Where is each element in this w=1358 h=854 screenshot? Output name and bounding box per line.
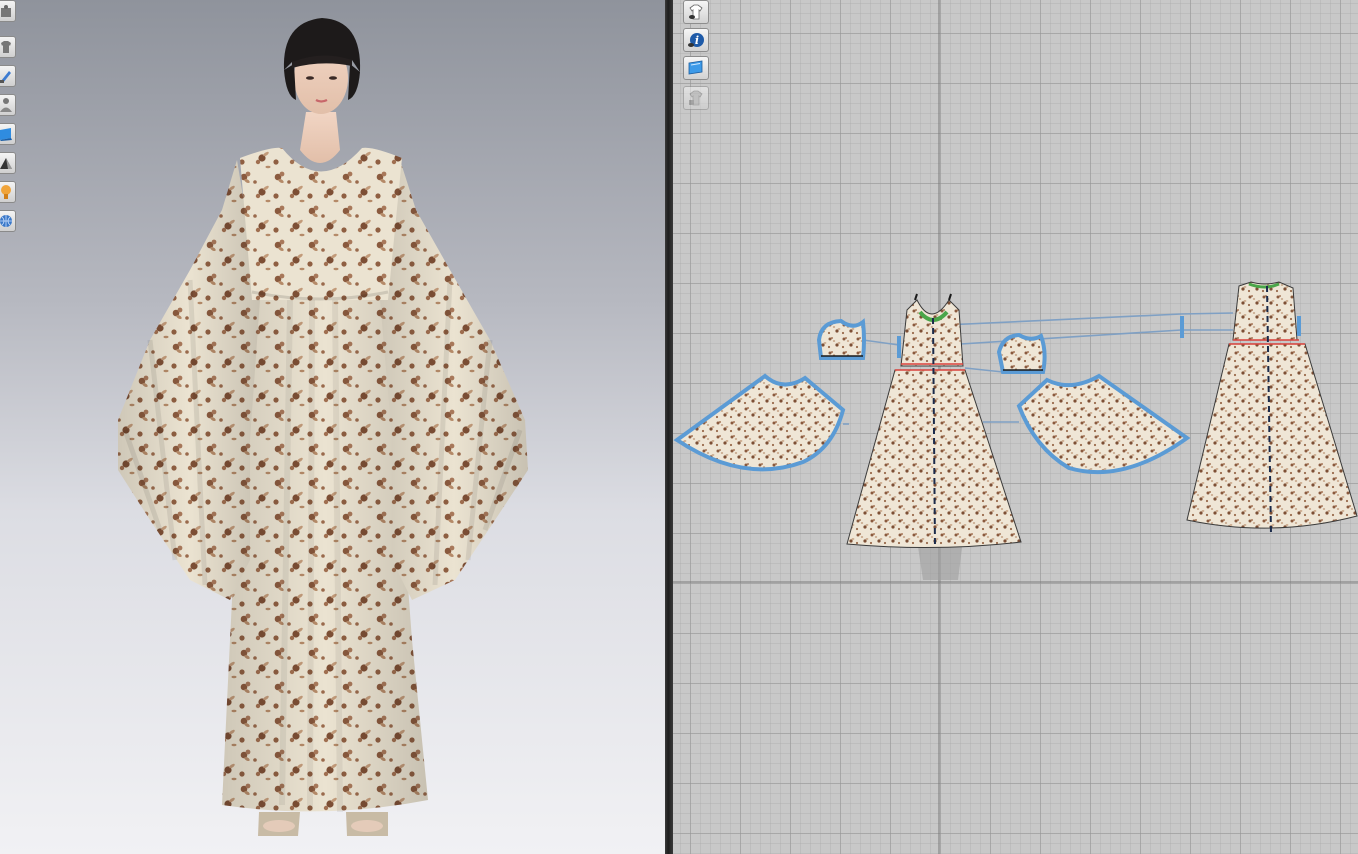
front-skirt-piece bbox=[846, 317, 1022, 549]
back-bodice-piece bbox=[1180, 281, 1301, 341]
left-sleeve-cap-piece bbox=[816, 318, 866, 360]
pattern-canvas[interactable] bbox=[673, 0, 1358, 854]
right-sleeve-flare-piece bbox=[1016, 373, 1191, 475]
avatar-shoes bbox=[258, 812, 388, 836]
right-sleeve-cap-piece bbox=[996, 332, 1047, 374]
left-sleeve-flare-piece bbox=[673, 373, 846, 472]
2d-pattern-viewport[interactable]: i bbox=[673, 0, 1358, 854]
3d-viewport[interactable] bbox=[0, 0, 665, 854]
viewport-splitter[interactable] bbox=[665, 0, 673, 854]
front-bodice-piece bbox=[897, 293, 964, 367]
avatar-garment-view[interactable] bbox=[0, 0, 665, 854]
